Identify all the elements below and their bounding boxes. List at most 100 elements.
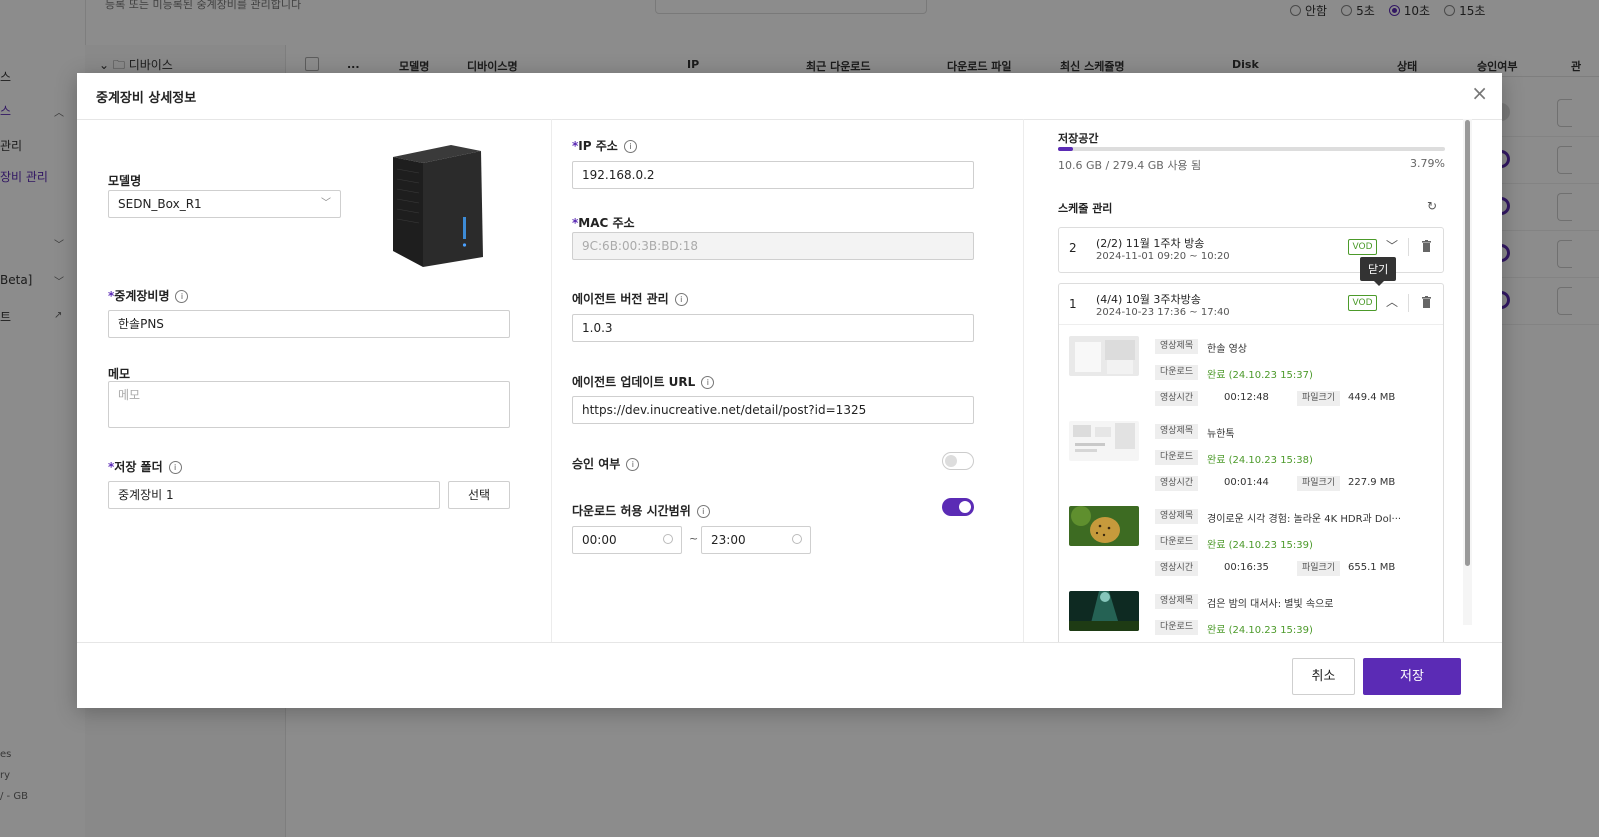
agent-version-label: 에이전트 버전 관리 i (572, 290, 688, 307)
info-icon[interactable]: i (701, 376, 715, 389)
video-duration: 00:16:35 (1224, 562, 1269, 573)
trash-icon[interactable] (1422, 240, 1431, 252)
schedule-title: (4/4) 10월 3주차방송 (1096, 293, 1201, 306)
chevron-up-icon[interactable]: ︿ (1386, 293, 1398, 310)
model-label: 모델명 (108, 174, 142, 188)
memo-textarea[interactable]: 메모 (108, 381, 510, 428)
storage-folder-input[interactable]: 중계장비 1 (108, 481, 440, 509)
size-label: 파일크기 (1297, 476, 1341, 491)
clock-icon (663, 534, 673, 544)
download-status: 완료 (24.10.23 15:39) (1207, 625, 1313, 636)
ip-label: *IP 주소 i (572, 137, 637, 154)
approval-label: 승인 여부 i (572, 455, 640, 472)
download-window-toggle[interactable] (942, 498, 974, 516)
mac-label-text: MAC 주소 (578, 216, 635, 230)
info-icon[interactable]: i (168, 461, 182, 474)
chevron-down-icon: ﹀ (321, 198, 331, 209)
video-title-label: 영상제목 (1155, 339, 1199, 354)
mac-input: 9C:6B:00:3B:BD:18 (572, 232, 974, 260)
mac-label: *MAC 주소 (572, 216, 635, 230)
storage-schedule-column: 저장공간 10.6 GB / 279.4 GB 사용 됨 3.79% 스케줄 관… (1024, 119, 1502, 642)
schedule-item-expanded[interactable]: 1 (4/4) 10월 3주차방송 2024-10-23 17:36 ~ 17:… (1058, 283, 1444, 642)
agent-url-label: 에이전트 업데이트 URL i (572, 373, 715, 390)
refresh-icon[interactable]: ↻ (1427, 199, 1437, 213)
divider (1408, 238, 1409, 256)
video-title: 한솔 영상 (1207, 344, 1247, 355)
video-thumbnail (1069, 506, 1139, 546)
schedule-date: 2024-10-23 17:36 ~ 17:40 (1096, 307, 1230, 318)
video-thumbnail (1069, 591, 1139, 631)
vod-badge: VOD (1348, 295, 1377, 311)
select-folder-button[interactable]: 선택 (448, 481, 510, 509)
video-title: 검은 밤의 대서사: 별빛 속으로 (1207, 599, 1334, 610)
video-duration: 00:12:48 (1224, 392, 1269, 403)
save-button[interactable]: 저장 (1363, 658, 1461, 695)
info-icon[interactable]: i (626, 458, 640, 471)
video-size: 227.9 MB (1348, 477, 1396, 488)
cancel-button[interactable]: 취소 (1292, 658, 1355, 695)
divider (1059, 324, 1443, 325)
video-duration: 00:01:44 (1224, 477, 1269, 488)
network-column: *IP 주소 i 192.168.0.2 *MAC 주소 9C:6B:00:3B:… (552, 119, 1024, 642)
device-detail-modal: 중계장비 상세정보 × 모델명 SEDN_Box_R1 ﹀ *중계장비명 i 한솔… (77, 73, 1502, 708)
approval-toggle[interactable] (942, 452, 974, 470)
vod-badge: VOD (1348, 239, 1377, 255)
download-window-label: 다운로드 허용 시간범위 i (572, 502, 710, 519)
ip-input[interactable]: 192.168.0.2 (572, 161, 974, 189)
storage-folder-label-text: 저장 폴더 (114, 460, 163, 474)
video-title: 경이로운 시각 경험: 놀라운 4K HDR과 Dol··· (1207, 514, 1402, 525)
video-item: 영상제목 뉴한톡 다운로드 완료 (24.10.23 15:38) 영상시간 0… (1069, 421, 1446, 505)
scrollbar-thumb[interactable] (1465, 120, 1470, 566)
agent-version-input[interactable]: 1.0.3 (572, 314, 974, 342)
schedule-date: 2024-11-01 09:20 ~ 10:20 (1096, 251, 1230, 262)
modal-header: 중계장비 상세정보 × (77, 73, 1502, 120)
info-icon[interactable]: i (175, 290, 189, 303)
agent-url-label-text: 에이전트 업데이트 URL (572, 375, 696, 389)
end-time-input[interactable]: 23:00 (701, 526, 811, 554)
duration-label: 영상시간 (1155, 391, 1199, 406)
model-select-value: SEDN_Box_R1 (118, 197, 202, 211)
ip-label-text: IP 주소 (578, 139, 618, 153)
memo-label: 메모 (108, 367, 131, 381)
video-size: 655.1 MB (1348, 562, 1396, 573)
start-time-input[interactable]: 00:00 (572, 526, 682, 554)
end-time-value: 23:00 (711, 533, 746, 547)
schedule-title: (2/2) 11월 1주차 방송 (1096, 237, 1205, 250)
device-image (393, 145, 483, 267)
device-name-input[interactable]: 한솔PNS (108, 310, 510, 338)
storage-folder-label: *저장 폴더 i (108, 458, 182, 475)
info-icon[interactable]: i (674, 293, 688, 306)
model-select[interactable]: SEDN_Box_R1 ﹀ (108, 190, 341, 218)
download-label: 다운로드 (1155, 535, 1199, 550)
download-label: 다운로드 (1155, 450, 1199, 465)
duration-label: 영상시간 (1155, 561, 1199, 576)
chevron-down-icon[interactable]: ﹀ (1386, 237, 1398, 254)
start-time-value: 00:00 (582, 533, 617, 547)
schedule-number: 1 (1069, 297, 1077, 311)
size-label: 파일크기 (1297, 391, 1341, 406)
device-name-label-text: 중계장비명 (114, 289, 170, 303)
download-status: 완료 (24.10.23 15:39) (1207, 540, 1313, 551)
video-size: 449.4 MB (1348, 392, 1396, 403)
video-item: 영상제목 한솔 영상 다운로드 완료 (24.10.23 15:37) 영상시간… (1069, 336, 1446, 420)
clock-icon (792, 534, 802, 544)
info-icon[interactable]: i (623, 140, 637, 153)
download-label: 다운로드 (1155, 620, 1199, 635)
close-icon[interactable]: × (1471, 83, 1488, 103)
storage-percent-text: 3.79% (1410, 157, 1445, 170)
size-label: 파일크기 (1297, 561, 1341, 576)
schedule-label: 스케줄 관리 (1058, 202, 1113, 215)
download-status: 완료 (24.10.23 15:38) (1207, 455, 1313, 466)
info-icon[interactable]: i (696, 505, 710, 518)
modal-footer: 취소 저장 (77, 642, 1502, 709)
time-range-separator: ~ (689, 532, 699, 545)
download-window-label-text: 다운로드 허용 시간범위 (572, 504, 691, 518)
video-title-label: 영상제목 (1155, 424, 1199, 439)
video-title: 뉴한톡 (1207, 429, 1235, 440)
download-status: 완료 (24.10.23 15:37) (1207, 370, 1313, 381)
trash-icon[interactable] (1422, 296, 1431, 308)
agent-url-input[interactable]: https://dev.inucreative.net/detail/post?… (572, 396, 974, 424)
storage-used-text: 10.6 GB / 279.4 GB 사용 됨 (1058, 159, 1202, 172)
video-thumbnail (1069, 421, 1139, 461)
schedule-number: 2 (1069, 241, 1077, 255)
